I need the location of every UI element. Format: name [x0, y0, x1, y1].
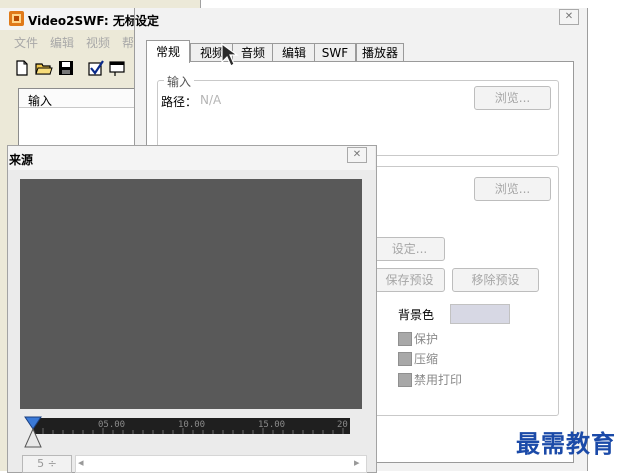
menu-edit[interactable]: 编辑: [50, 34, 74, 51]
source-horizontal-scrollbar[interactable]: [75, 455, 367, 473]
watermark-text: 最需教育: [516, 429, 616, 458]
timeline-tick: 05.00: [98, 420, 126, 430]
timeline-tick: 10.00: [178, 420, 206, 430]
settings-close-button[interactable]: ✕: [559, 9, 579, 25]
save-icon[interactable]: [56, 58, 76, 78]
settings-dialog-title: 设定: [135, 14, 160, 28]
step-spinner[interactable]: 5 ÷: [22, 455, 72, 473]
timeline-tick: 15.00: [258, 420, 286, 430]
scroll-left-arrow-icon[interactable]: ◂: [78, 456, 84, 469]
menu-file[interactable]: 文件: [14, 34, 38, 51]
protect-label: 保护: [414, 332, 439, 346]
source-close-button[interactable]: ✕: [347, 147, 367, 163]
new-file-icon[interactable]: [12, 58, 32, 78]
source-titlebar: [8, 146, 375, 170]
output-browse-button[interactable]: 浏览...: [474, 177, 551, 201]
menu-video[interactable]: 视频: [86, 34, 110, 51]
app-icon: [9, 11, 24, 26]
source-window-title: 来源: [9, 153, 34, 167]
video-preview: [20, 179, 362, 409]
mouse-cursor-icon: [221, 42, 239, 67]
setting-button[interactable]: 设定...: [374, 237, 445, 261]
input-browse-button[interactable]: 浏览...: [474, 86, 551, 110]
path-label: 路径：: [161, 95, 198, 109]
delete-preset-button[interactable]: 移除预设: [452, 268, 539, 292]
compress-checkbox[interactable]: [398, 352, 412, 366]
settings-check-icon[interactable]: [86, 58, 106, 78]
preview-window-icon[interactable]: [108, 58, 128, 78]
disable-print-label: 禁用打印: [414, 373, 463, 387]
tab-edit[interactable]: 编辑: [272, 43, 316, 62]
save-preset-button[interactable]: 保存预设: [374, 268, 445, 292]
open-folder-icon[interactable]: [34, 58, 54, 78]
bg-color-swatch[interactable]: [450, 304, 510, 324]
path-value: N/A: [200, 93, 222, 107]
scroll-right-arrow-icon[interactable]: ▸: [354, 456, 360, 469]
tab-player[interactable]: 播放器: [356, 43, 404, 62]
tab-general[interactable]: 常规: [146, 40, 190, 63]
tab-swf[interactable]: SWF: [314, 43, 356, 62]
timeline-tick: 20: [337, 420, 348, 430]
menu-help[interactable]: 帮: [122, 34, 134, 51]
input-group-legend: 输入: [164, 73, 195, 90]
disable-print-checkbox[interactable]: [398, 373, 412, 387]
protect-checkbox[interactable]: [398, 332, 412, 346]
main-window-title: Video2SWF: 无标题: [28, 14, 149, 28]
compress-label: 压缩: [414, 352, 439, 366]
bg-color-label: 背景色: [398, 308, 435, 322]
playhead-marker-icon[interactable]: [23, 415, 43, 449]
list-header-label: 输入: [28, 94, 53, 108]
